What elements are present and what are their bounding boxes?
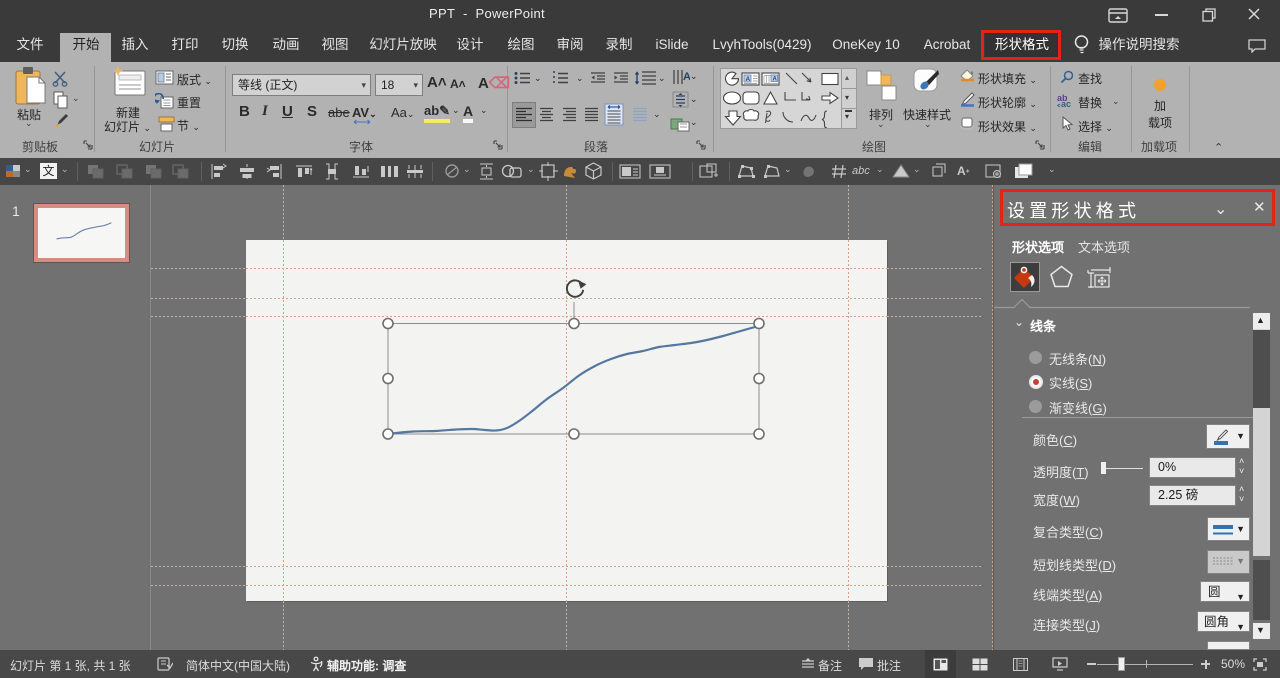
svg-text:A: A <box>683 71 690 83</box>
svg-text:A: A <box>773 77 778 83</box>
svg-text:ac: ac <box>1061 99 1071 108</box>
svg-text:A: A <box>746 76 751 83</box>
